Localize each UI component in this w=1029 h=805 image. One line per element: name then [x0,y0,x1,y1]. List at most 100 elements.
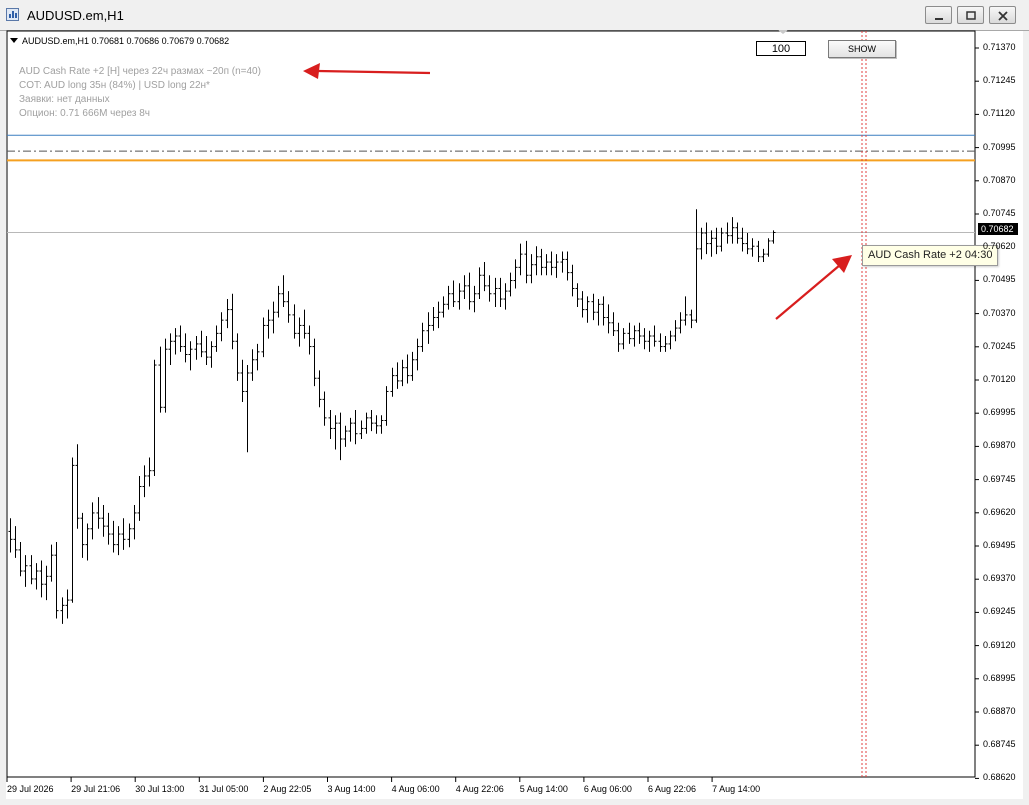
ohlc-bar [214,325,219,352]
ohlc-bar [75,444,80,529]
ohlc-bar [106,512,111,545]
ohlc-bar [250,349,255,381]
info-line-cot: COT: AUD long 35н (84%) | USD long 22н* [19,80,210,91]
x-axis-label: 29 Jul 21:06 [71,784,121,794]
y-axis-label: 0.70745 [983,208,1016,218]
ohlc-bar [54,541,59,619]
ohlc-bar [70,457,75,603]
ohlc-bar [353,409,358,445]
ohlc-bar [544,254,549,276]
ohlc-bar [39,560,44,598]
ohlc-bar [173,328,178,355]
ohlc-bar [255,343,260,371]
ohlc-bar [312,338,317,387]
ohlc-bar [601,296,606,326]
ohlc-bar [369,409,374,432]
ohlc-bar [580,291,585,318]
ohlc-bar [152,359,157,476]
y-axis-label: 0.70495 [983,274,1016,285]
ohlc-bar [487,275,492,302]
ohlc-bar [549,251,554,276]
ohlc-bar [379,415,384,434]
x-axis-label: 5 Aug 14:00 [519,784,568,794]
ohlc-bar [575,283,580,307]
ohlc-bar [44,565,49,601]
ohlc-bar [96,497,101,529]
ohlc-bar [467,272,472,310]
info-line-rate: AUD Cash Rate +2 [H] через 22ч размах ~2… [19,66,261,77]
ohlc-bar [431,306,436,331]
shift-marker-icon [778,30,788,34]
ohlc-bar [647,330,652,352]
ohlc-bar [709,230,714,257]
event-tooltip: AUD Cash Rate +2 04:30 [862,245,999,266]
ohlc-bar [158,346,163,413]
ohlc-bar [652,325,657,347]
y-axis-label: 0.69870 [983,440,1016,451]
ohlc-bar [127,523,132,548]
y-axis-label: 0.69370 [983,573,1016,584]
ohlc-bar [85,523,90,561]
ohlc-bar [596,299,601,326]
ohlc-bar [364,412,369,434]
ohlc-bar [194,336,199,360]
y-axis-label: 0.70245 [983,340,1016,351]
ohlc-bar [673,320,678,342]
ohlc-bar [740,227,745,252]
ohlc-bar [142,465,147,498]
ohlc-bar [498,277,503,307]
ohlc-bar [663,336,668,352]
ohlc-bar [462,275,467,300]
ohlc-bar [621,328,626,350]
y-axis-label: 0.71370 [983,42,1016,52]
ohlc-bar [611,312,616,337]
show-button[interactable]: SHOW [828,40,896,58]
ohlc-bar [286,291,291,323]
ohlc-bar [761,248,766,263]
count-input[interactable]: 100 [756,41,806,56]
ohlc-bar [694,209,699,323]
y-axis-label: 0.69495 [983,540,1016,550]
ohlc-bar [678,312,683,334]
ohlc-bar [137,475,142,521]
ohlc-bar [121,518,126,550]
annotation-arrow-right [775,255,852,320]
y-axis-label: 0.68620 [983,772,1016,783]
ohlc-bar [199,330,204,358]
ohlc-bar [766,238,771,257]
ohlc-bar [116,526,121,556]
ohlc-bar [637,322,642,344]
ohlc-bar [632,325,637,347]
ohlc-bar [338,412,343,461]
ohlc-bar [343,425,348,447]
ohlc-bar [266,309,271,339]
y-axis-label: 0.69245 [983,606,1016,617]
y-axis-label: 0.68870 [983,706,1016,716]
y-axis-ticks [975,47,979,779]
x-axis-ticks [6,777,713,782]
ohlc-bar [178,325,183,352]
price-chart[interactable] [0,0,1029,805]
ohlc-bar [518,243,523,276]
ohlc-bar [627,322,632,344]
info-line-options: Опцион: 0.71 666M через 8ч [19,108,150,119]
ohlc-bar [271,301,276,334]
ohlc-bar [322,391,327,426]
ohlc-bar [420,322,425,352]
x-axis-label: 7 Aug 14:00 [712,784,761,794]
ohlc-bar [560,251,565,273]
chart-symbol-header[interactable]: AUDUSD.em,H1 0.70681 0.70686 0.70679 0.7… [10,36,229,46]
ohlc-bar [477,267,482,300]
ohlc-bar [163,338,168,413]
ohlc-bar [704,222,709,255]
ohlc-bar [539,248,544,276]
ohlc-bar [410,351,415,381]
ohlc-bar [188,341,193,371]
ohlc-bar [13,526,18,558]
ohlc-bar [570,264,575,297]
ohlc-bar [333,415,338,450]
y-axis-label: 0.70120 [983,374,1016,384]
y-axis-label: 0.68995 [983,672,1016,683]
y-axis-label: 0.69120 [983,639,1016,650]
ohlc-bar [415,338,420,371]
